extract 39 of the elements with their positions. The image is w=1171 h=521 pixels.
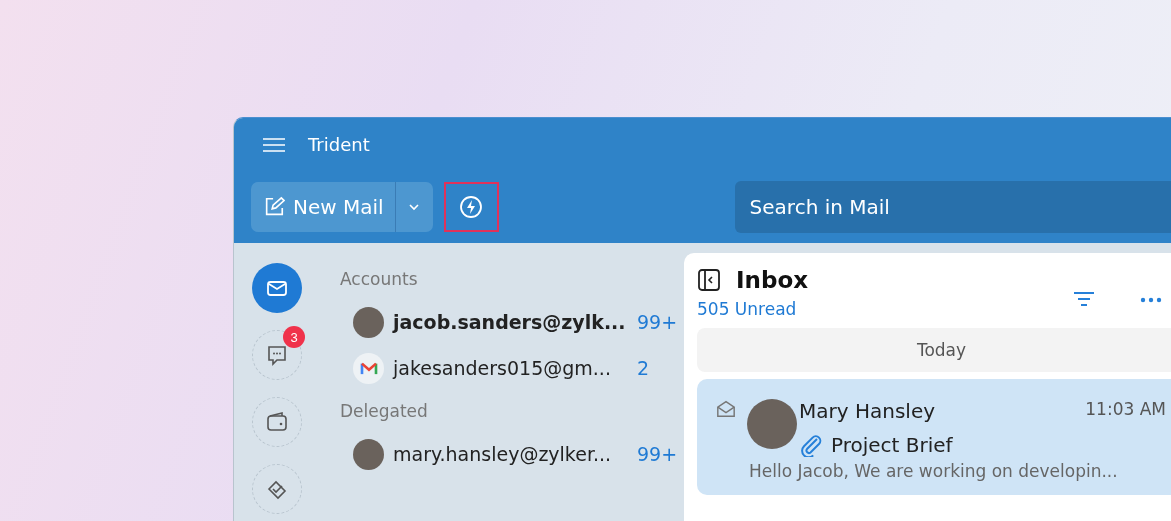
unread-link[interactable]: 505 Unread (697, 299, 1073, 319)
message-item[interactable]: Mary Hansley 11:03 AM Project Brief Hello Jacob, We are working on developin... (697, 379, 1171, 495)
collapse-panel-button[interactable] (697, 268, 721, 292)
unread-count: 99+ (637, 443, 678, 465)
message-subject: Project Brief (831, 433, 953, 457)
menu-icon (262, 136, 286, 153)
compose-icon (263, 196, 285, 218)
sender-name: Mary Hansley (799, 399, 935, 423)
unread-count: 2 (637, 357, 650, 379)
filter-icon (1073, 291, 1095, 307)
menu-button[interactable] (262, 136, 286, 153)
account-item[interactable]: jakesanders015@gm... 2 (320, 345, 684, 391)
mail-button[interactable] (252, 263, 302, 313)
avatar (747, 399, 797, 449)
count-badge: 3 (283, 326, 305, 348)
message-preview: Hello Jacob, We are working on developin... (748, 461, 1119, 481)
section-heading: Accounts (339, 269, 419, 289)
quick-action-button[interactable] (443, 182, 499, 232)
panel-collapse-icon (697, 268, 721, 292)
more-button[interactable] (1140, 297, 1162, 303)
inbox-title: Inbox (736, 267, 809, 293)
unread-count: 99+ (637, 311, 678, 333)
lightning-icon (459, 195, 484, 219)
window-title: Trident (308, 134, 370, 155)
message-time: 11:03 AM (1085, 399, 1166, 421)
chat-bubble-icon (265, 343, 289, 367)
avatar (353, 306, 384, 338)
gmail-icon (353, 352, 384, 384)
search-field[interactable]: Search in Mail (734, 181, 1171, 233)
section-heading: Delegated (339, 401, 429, 421)
account-item[interactable]: mary.hansley@zylker... 99+ (320, 431, 684, 477)
wallet-icon (265, 410, 289, 434)
avatar (353, 438, 384, 470)
open-envelope-icon (715, 399, 737, 419)
date-group-header: Today (697, 328, 1171, 372)
more-icon (1140, 297, 1162, 303)
filter-button[interactable] (1073, 291, 1095, 307)
chevron-down-icon (408, 203, 421, 211)
account-item[interactable]: jacob.sanders@zylk... 99+ (320, 299, 684, 345)
